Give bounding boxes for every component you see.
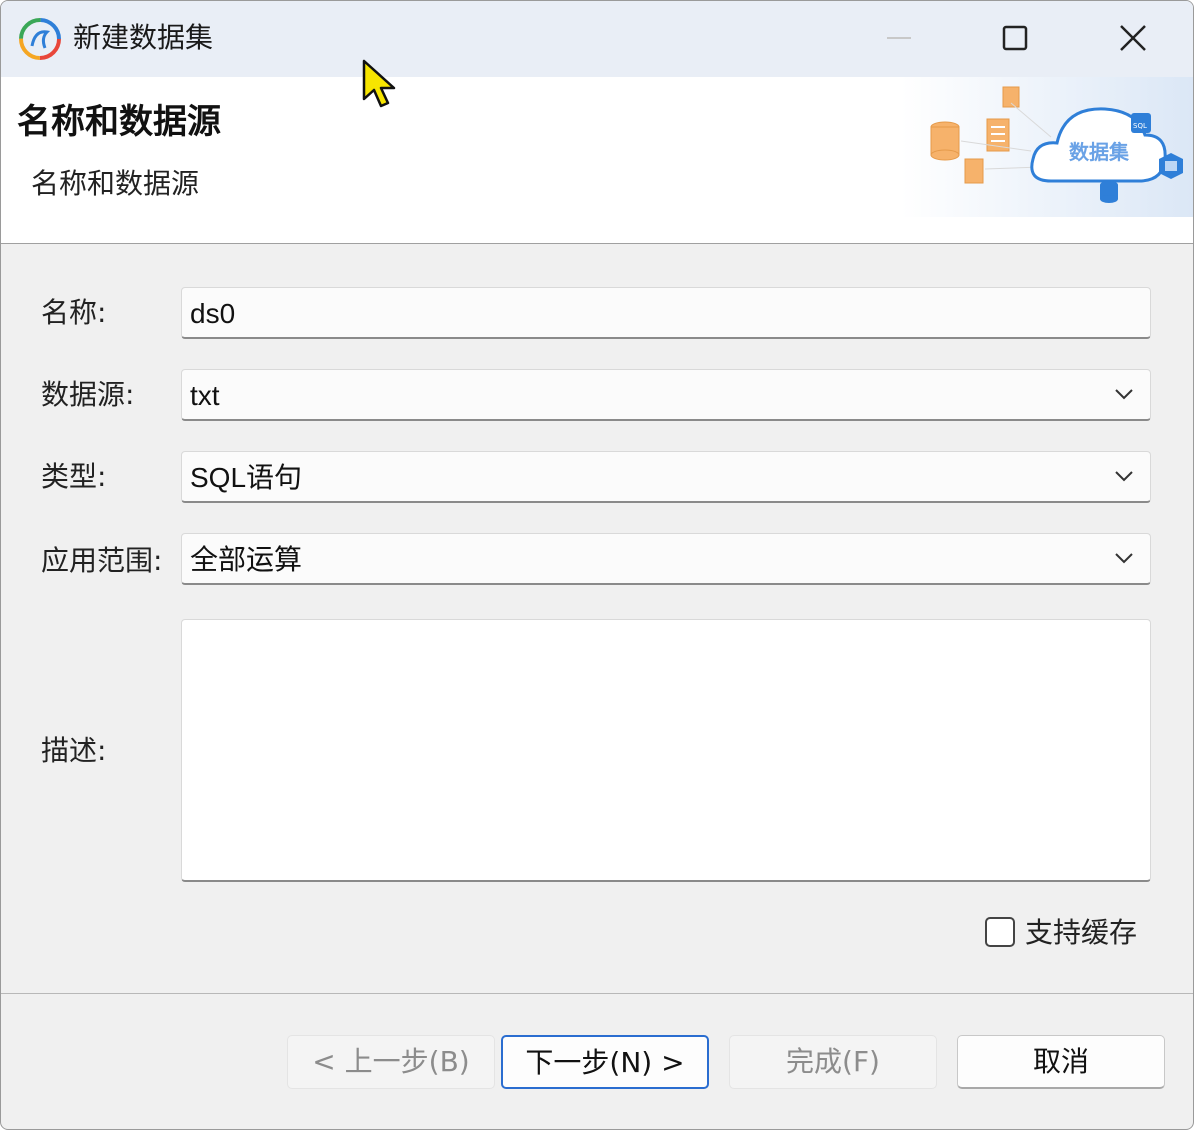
support-cache-checkbox[interactable] [985, 917, 1015, 947]
type-select[interactable]: SQL语句 [181, 451, 1151, 503]
description-textarea[interactable] [181, 619, 1151, 882]
page-subtitle: 名称和数据源 [31, 167, 200, 200]
window-title: 新建数据集 [73, 21, 214, 54]
mouse-cursor-icon [362, 59, 396, 108]
support-cache-label[interactable]: 支持缓存 [1025, 913, 1137, 953]
name-label: 名称: [41, 296, 107, 329]
scope-value: 全部运算 [190, 544, 303, 575]
sql-badge-label: SQL [1133, 122, 1147, 130]
scope-select[interactable]: 全部运算 [181, 533, 1151, 585]
cancel-button[interactable]: 取消 [957, 1035, 1165, 1089]
footer-divider [1, 993, 1193, 994]
datasource-label: 数据源: [41, 378, 135, 411]
title-bar[interactable]: 新建数据集 [1, 1, 1193, 77]
page-title: 名称和数据源 [17, 102, 221, 142]
minimize-icon[interactable] [869, 15, 929, 61]
chevron-down-icon[interactable] [1114, 551, 1134, 565]
chevron-down-icon[interactable] [1114, 387, 1134, 401]
cloud-graphic-label: 数据集 [1069, 140, 1130, 164]
name-value[interactable]: ds0 [190, 294, 235, 334]
scope-label: 应用范围: [41, 544, 163, 577]
back-button[interactable]: < 上一步(B) [287, 1035, 495, 1089]
wizard-header-banner: 名称和数据源 名称和数据源 数据集 SQL [1, 77, 1193, 244]
close-icon[interactable] [1103, 15, 1163, 61]
type-value: SQL语句 [190, 462, 303, 493]
finish-button[interactable]: 完成(F) [729, 1035, 937, 1089]
type-label: 类型: [41, 460, 107, 493]
maximize-icon[interactable] [985, 15, 1045, 61]
name-field[interactable]: ds0 [181, 287, 1151, 339]
app-logo-icon [19, 18, 61, 60]
next-button[interactable]: 下一步(N) > [501, 1035, 709, 1089]
datasource-value: txt [190, 380, 220, 411]
dataset-cloud-illustration: 数据集 SQL [901, 77, 1193, 217]
description-label: 描述: [41, 734, 107, 767]
new-dataset-dialog: 新建数据集 名称和数据源 名称和数据源 数据集 SQL 名称: ds0 数据源:… [0, 0, 1194, 1130]
datasource-select[interactable]: txt [181, 369, 1151, 421]
chevron-down-icon[interactable] [1114, 469, 1134, 483]
